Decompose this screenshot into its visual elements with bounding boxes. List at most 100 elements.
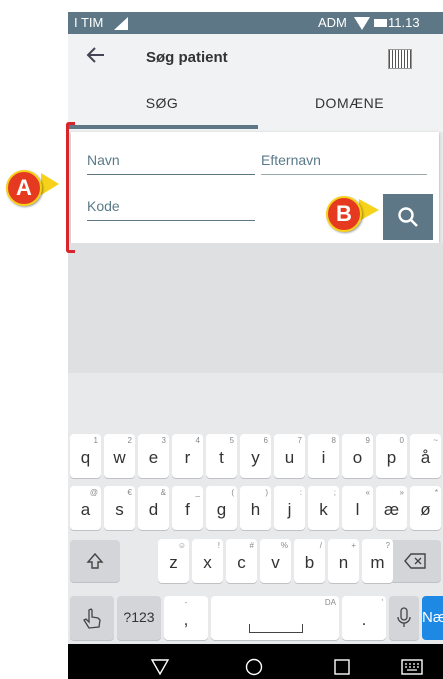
key-secondary-label: 5 [229, 436, 234, 445]
key-secondary-label: 8 [331, 436, 336, 445]
key-secondary-label: _ [195, 488, 200, 497]
key-secondary-label: 9 [365, 436, 370, 445]
recents-nav-icon[interactable] [332, 657, 352, 677]
key-u[interactable]: 7u [274, 434, 305, 478]
signal-icon [114, 17, 128, 30]
annotation-b-badge: B [326, 196, 362, 232]
key-h[interactable]: ) h [240, 486, 271, 530]
key-secondary-label: 7 [297, 436, 302, 445]
key-l[interactable]: «l [342, 486, 373, 530]
code-field[interactable]: Kode [87, 198, 255, 221]
back-nav-icon[interactable] [150, 657, 170, 677]
key-label: h [250, 500, 261, 519]
key-label: w [113, 448, 126, 467]
key-label: c [237, 553, 246, 572]
key-secondary-label: ( [231, 488, 234, 497]
numbers-key[interactable]: ?123 [117, 596, 161, 640]
key-secondary-label: : [299, 488, 302, 497]
key-i[interactable]: 8i [308, 434, 339, 478]
key-label: i [321, 448, 326, 467]
search-form-card: Navn Efternavn Kode [71, 132, 439, 243]
tab-bar: SØG DOMÆNE [68, 84, 443, 132]
key-label: q [80, 448, 91, 467]
key-g[interactable]: (g [206, 486, 237, 530]
key-t[interactable]: 5t [206, 434, 237, 478]
key-å[interactable]: ~ å [410, 434, 441, 478]
microphone-key[interactable] [389, 596, 419, 640]
key-o[interactable]: 9o [342, 434, 373, 478]
key-q[interactable]: 1q [70, 434, 101, 478]
key-x[interactable]: ! x [192, 539, 223, 583]
key-label: r [184, 448, 191, 467]
key-secondary-label: 2 [127, 436, 132, 445]
status-bar: I TIM ADM 11.13 [68, 12, 443, 34]
key-secondary-label: € [127, 488, 132, 497]
key-label: n [338, 553, 349, 572]
barcode-scanner-icon[interactable] [388, 49, 412, 69]
key-secondary-label: % [280, 541, 288, 550]
comma-key-alt: - [184, 598, 188, 607]
key-w[interactable]: 2w [104, 434, 135, 478]
language-label: DA [324, 598, 336, 607]
key-y[interactable]: 6y [240, 434, 271, 478]
key-label: e [148, 448, 159, 467]
key-label: b [304, 553, 315, 572]
key-label: g [216, 500, 227, 519]
key-ø[interactable]: * ø [410, 486, 441, 530]
key-secondary-label: ~ [433, 436, 438, 445]
key-secondary-label: » [399, 488, 404, 497]
key-v[interactable]: % v [260, 539, 291, 583]
key-n[interactable]: + n [328, 539, 359, 583]
period-key[interactable]: ' . [342, 596, 386, 640]
key-r[interactable]: 4r [172, 434, 203, 478]
keyboard: 1 q 2 w 3 e 4 r 5 t 6 y 7 u 8 i 9 o 0 p ~ å @ a € s & d _ f(g) h: j; k «… [68, 412, 443, 644]
keyboard-hide-icon[interactable] [401, 657, 423, 677]
shift-key[interactable] [70, 540, 120, 582]
page-title: Søg patient [146, 49, 228, 66]
key-secondary-label: « [365, 488, 370, 497]
arrow-left-icon[interactable] [78, 45, 114, 73]
backspace-key[interactable] [390, 540, 441, 582]
key-a[interactable]: @ a [70, 486, 101, 530]
key-b[interactable]: / b [294, 539, 325, 583]
key-secondary-label: + [351, 541, 356, 550]
next-key[interactable]: Næste [422, 596, 443, 640]
key-secondary-label: ) [265, 488, 268, 497]
tab-domain[interactable]: DOMÆNE [256, 84, 443, 132]
key-j[interactable]: :j [274, 486, 305, 530]
last-name-field[interactable]: Efternavn [261, 152, 427, 175]
gesture-key[interactable] [70, 596, 114, 640]
home-nav-icon[interactable] [244, 657, 264, 677]
key-s[interactable]: € s [104, 486, 135, 530]
key-secondary-label: # [249, 541, 254, 550]
key-secondary-label: 1 [93, 436, 98, 445]
key-label: x [203, 553, 212, 572]
key-z[interactable]: ☺ z [158, 539, 189, 583]
key-label: k [319, 500, 328, 519]
key-label: s [115, 500, 124, 519]
search-button[interactable] [383, 194, 433, 240]
carrier-label: I TIM [74, 15, 104, 30]
annotation-a-arrow [41, 173, 59, 195]
period-key-alt: ' [381, 598, 383, 607]
comma-key[interactable]: - , [164, 596, 208, 640]
key-e[interactable]: 3e [138, 434, 169, 478]
phone-screen: I TIM ADM 11.13 Søg patient SØG DOMÆNE N… [68, 12, 443, 679]
key-label: p [386, 448, 397, 467]
key-c[interactable]: # c [226, 539, 257, 583]
key-secondary-label: ? [385, 541, 390, 550]
key-k[interactable]: ; k [308, 486, 339, 530]
annotation-b-arrow [359, 199, 379, 221]
key-d[interactable]: & d [138, 486, 169, 530]
key-æ[interactable]: » æ [376, 486, 407, 530]
key-label: y [251, 448, 260, 467]
key-label: l [355, 500, 360, 519]
space-key[interactable]: DA [211, 596, 339, 640]
first-name-field[interactable]: Navn [87, 152, 255, 175]
key-p[interactable]: 0p [376, 434, 407, 478]
key-f[interactable]: _ f [172, 486, 203, 530]
numbers-key-label: ?123 [123, 609, 155, 625]
key-m[interactable]: ? m [362, 539, 393, 583]
key-label: ø [420, 500, 431, 519]
key-label: z [169, 553, 178, 572]
